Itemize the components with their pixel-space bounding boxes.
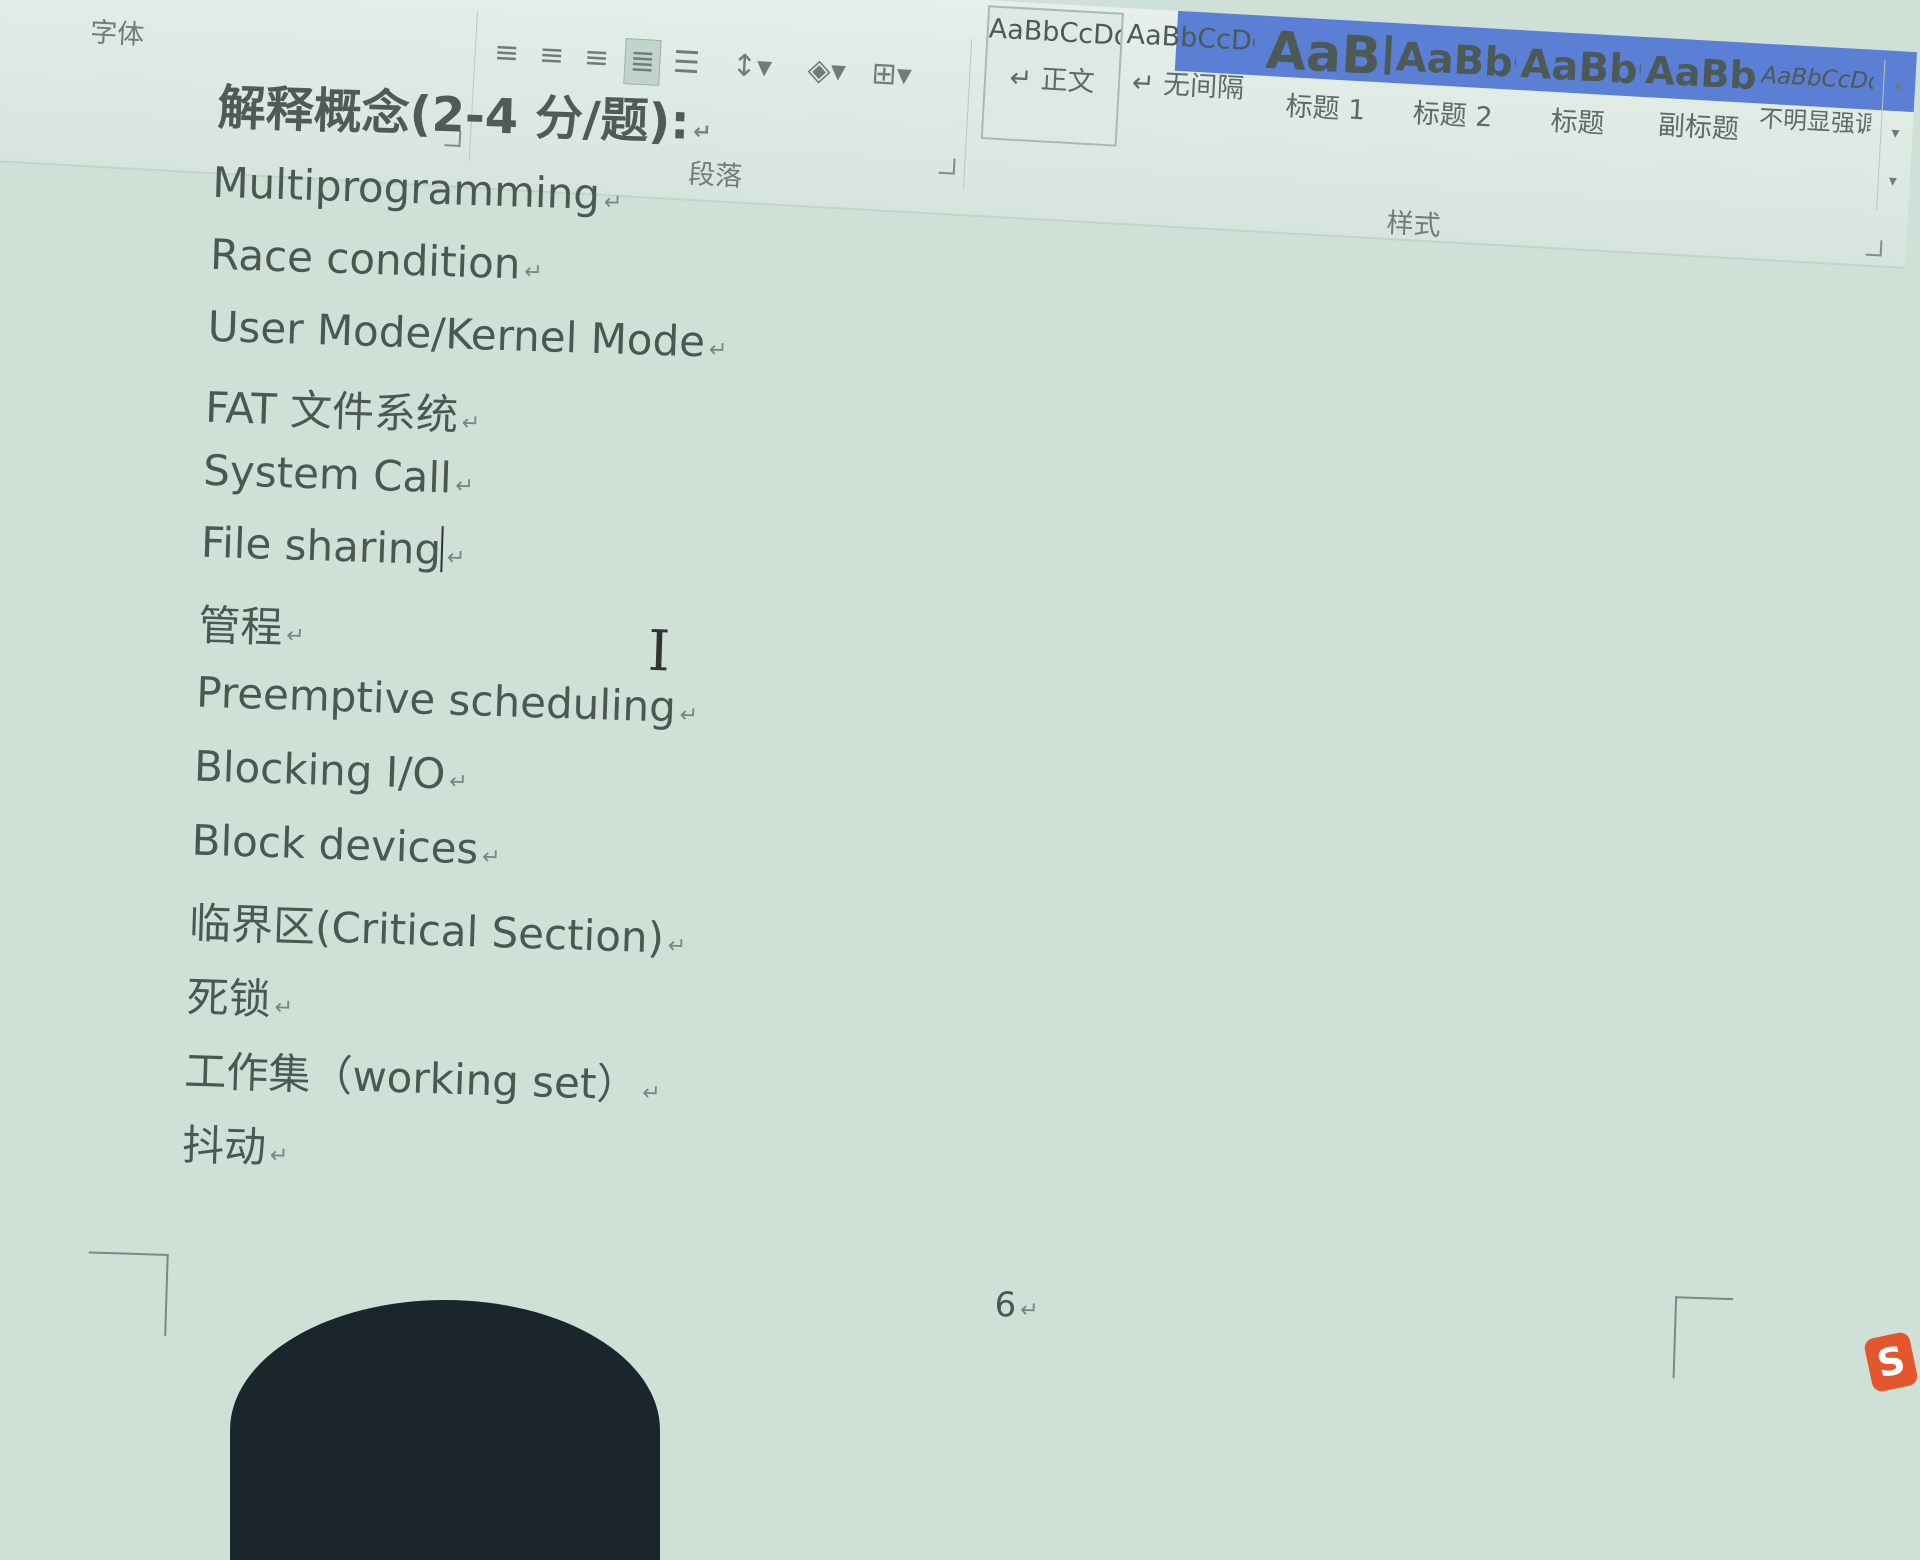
term-text: 临界区(Critical Section): [188, 898, 665, 963]
page-number-text: 6: [993, 1284, 1017, 1326]
page-number: 6 ↵: [994, 1285, 1039, 1326]
paragraph-mark: ↵: [454, 473, 475, 500]
term-text: 死锁: [186, 972, 272, 1025]
paragraph-mark: ↵: [461, 410, 481, 437]
term-text: Preemptive scheduling: [195, 667, 677, 732]
term-text: File sharing: [200, 517, 442, 575]
paragraph-mark: ↵: [481, 844, 501, 871]
list-item: 抖动 ↵: [181, 1111, 289, 1175]
term-text: Multiprogramming: [211, 157, 601, 219]
list-item: Multiprogramming ↵: [212, 158, 624, 220]
term-text: 抖动: [181, 1120, 267, 1172]
list-item: System Call ↵: [203, 446, 475, 503]
paragraph-mark: ↵: [523, 259, 544, 286]
text-caret: [440, 526, 444, 573]
viewer-head-silhouette: [230, 1300, 660, 1560]
list-item: 死锁 ↵: [186, 963, 294, 1027]
paragraph-mark: ↵: [448, 769, 469, 796]
heading-text: 解释概念(2-4 分/题):: [216, 79, 691, 151]
paragraph-mark: ↵: [603, 190, 623, 216]
term-text: FAT 文件系统: [204, 382, 459, 440]
list-item: Blocking I/O ↵: [193, 742, 468, 800]
paragraph-mark: ↵: [692, 119, 713, 146]
term-text: Race condition: [209, 229, 522, 289]
list-item: User Mode/Kernel Mode ↵: [207, 302, 728, 367]
ibeam-cursor-icon: I: [646, 618, 672, 685]
paragraph-mark: ↵: [285, 623, 306, 649]
section-heading: 解释概念(2-4 分/题): ↵: [217, 68, 713, 153]
term-text: 工作集（working set）: [183, 1046, 640, 1110]
margin-corner-mark: [1672, 1296, 1734, 1381]
term-text: Block devices: [190, 815, 480, 874]
paragraph-mark: ↵: [708, 337, 728, 364]
list-item: FAT 文件系统 ↵: [204, 374, 481, 444]
term-text: 管程: [197, 600, 284, 653]
list-item: 工作集（working set） ↵: [184, 1037, 662, 1113]
paragraph-mark: ↵: [269, 1143, 289, 1169]
document-page[interactable]: 解释概念(2-4 分/题): ↵ Multiprogramming ↵ Race c…: [0, 0, 1920, 1493]
paragraph-mark: ↵: [1019, 1297, 1039, 1324]
paragraph-mark: ↵: [446, 545, 466, 571]
margin-corner-mark: [86, 1251, 169, 1336]
term-text: Blocking I/O: [193, 741, 447, 799]
paragraph-mark: ↵: [641, 1080, 661, 1107]
list-item: Preemptive scheduling ↵: [196, 668, 699, 733]
term-text: System Call: [202, 445, 453, 503]
list-item: File sharing ↵: [200, 518, 466, 575]
term-text: User Mode/Kernel Mode: [207, 301, 706, 367]
paragraph-mark: ↵: [274, 995, 294, 1021]
list-item: 临界区(Critical Section) ↵: [188, 889, 687, 966]
ime-sogou-icon[interactable]: S: [1862, 1330, 1920, 1394]
paragraph-mark: ↵: [667, 933, 687, 960]
list-item: Race condition ↵: [209, 230, 543, 289]
list-item: 管程 ↵: [198, 592, 306, 656]
paragraph-mark: ↵: [679, 702, 699, 729]
list-item: Block devices ↵: [191, 815, 502, 874]
